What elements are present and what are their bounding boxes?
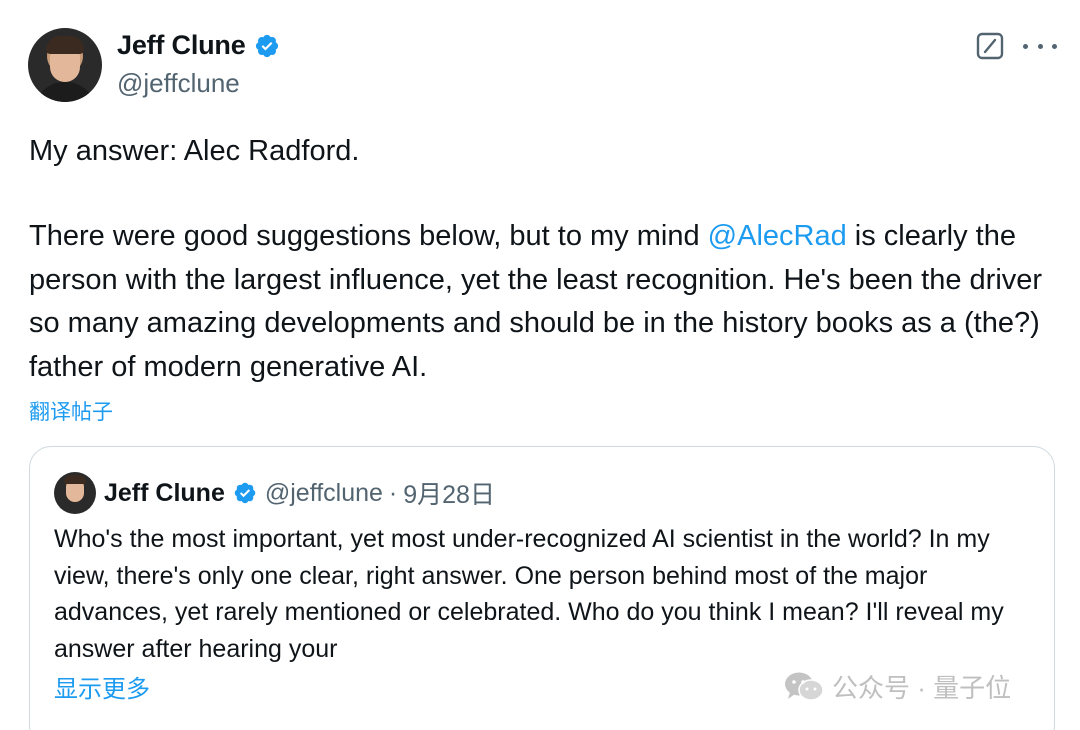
quoted-tweet-text: Who's the most important, yet most under… — [54, 525, 1004, 663]
grok-icon[interactable] — [976, 32, 1004, 60]
watermark: 公众号 · 量子位 — [784, 668, 1011, 705]
author-display-name[interactable]: Jeff Clune — [117, 30, 246, 61]
quoted-verified-badge-icon — [234, 482, 256, 504]
show-more-link[interactable]: 显示更多 — [54, 669, 150, 704]
tweet-text-paragraph: There were good suggestions below, but t… — [29, 215, 1069, 389]
more-icon[interactable] — [1023, 36, 1057, 56]
author-avatar[interactable] — [28, 28, 102, 102]
tweet-text-line1: My answer: Alec Radford. — [29, 135, 360, 167]
quoted-tweet-header: Jeff Clune @jeffclune · 9月28日 — [104, 475, 495, 511]
quoted-author-name[interactable]: Jeff Clune — [104, 479, 225, 508]
mention-link[interactable]: @AlecRad — [708, 220, 847, 252]
author-handle[interactable]: @jeffclune — [117, 68, 240, 99]
watermark-text: 公众号 · 量子位 — [832, 673, 1012, 703]
tweet-detail: Jeff Clune @jeffclune My answer: Alec Ra… — [0, 0, 1080, 730]
quoted-author-avatar[interactable] — [54, 472, 96, 514]
translate-post-link[interactable]: 翻译帖子 — [29, 396, 113, 426]
verified-badge-icon — [255, 34, 278, 57]
tweet-text-before-mention: There were good suggestions below, but t… — [29, 220, 708, 252]
wechat-icon — [785, 672, 824, 701]
quoted-tweet-date[interactable]: 9月28日 — [403, 475, 495, 511]
author-name-row: Jeff Clune — [117, 30, 280, 61]
quoted-author-handle[interactable]: @jeffclune — [265, 479, 383, 508]
quoted-separator: · — [388, 478, 398, 507]
